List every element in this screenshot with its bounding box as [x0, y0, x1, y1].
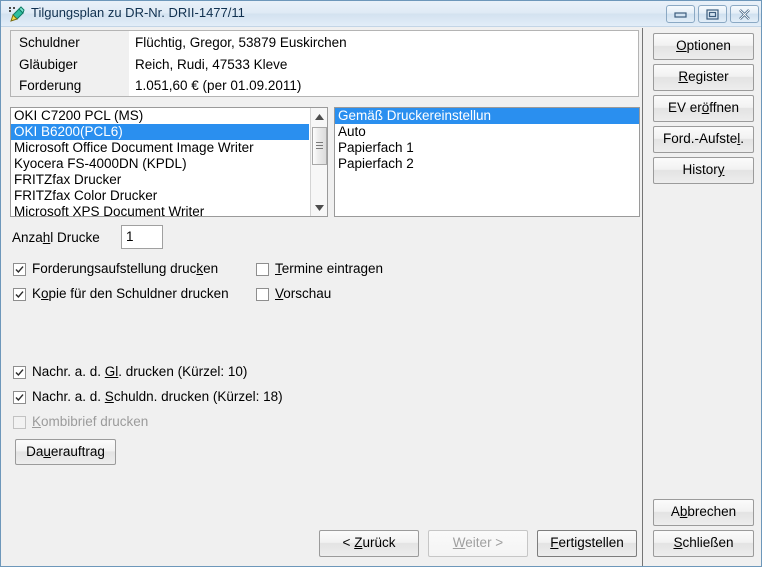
vertical-divider: [642, 28, 643, 566]
ev-eroeffnen-label: EV eröffnen: [667, 100, 740, 115]
ford-aufstellung-button[interactable]: Ford.-Aufstel.: [653, 126, 754, 153]
checkbox-box: [13, 288, 26, 301]
checkmark-icon: [15, 266, 24, 274]
optionen-label: Optionen: [676, 38, 731, 53]
checkbox-box: [13, 263, 26, 276]
fertigstellen-label: Fertigstellen: [550, 535, 624, 550]
dauerauftrag-label: Dauerauftrag: [26, 444, 105, 459]
copies-input[interactable]: 1: [121, 225, 163, 249]
optionen-button[interactable]: Optionen: [653, 33, 754, 60]
checkmark-icon: [15, 291, 24, 299]
history-button[interactable]: History: [653, 157, 754, 184]
list-item[interactable]: Kyocera FS-4000DN (KPDL): [11, 156, 309, 172]
checkbox-label: Nachr. a. d. Gl. drucken (Kürzel: 10): [32, 364, 248, 379]
window-title: Tilgungsplan zu DR-Nr. DRII-1477/11: [31, 5, 245, 20]
title-bar[interactable]: Tilgungsplan zu DR-Nr. DRII-1477/11: [1, 1, 761, 27]
glaeubiger-value: Reich, Rudi, 47533 Kleve: [135, 57, 288, 72]
weiter-label: Weiter >: [452, 535, 504, 550]
maximize-icon: [706, 9, 719, 20]
scrollbar-grip-icon: [316, 142, 323, 149]
schuldner-value: Flüchtig, Gregor, 53879 Euskirchen: [135, 35, 347, 50]
forderung-label: Forderung: [19, 78, 82, 93]
checkbox-box: [256, 263, 269, 276]
scroll-up-arrow-icon[interactable]: [311, 108, 327, 125]
schliessen-label: Schließen: [673, 535, 734, 550]
checkmark-icon: [15, 394, 24, 402]
schuldner-label: Schuldner: [19, 35, 80, 50]
zurueck-label: < Zurück: [342, 535, 396, 550]
close-icon: [739, 9, 750, 20]
schliessen-button[interactable]: Schließen: [653, 530, 754, 557]
dialog-window: Tilgungsplan zu DR-Nr. DRII-1477/11 Schu…: [0, 0, 762, 567]
checkbox-box: [256, 288, 269, 301]
checkbox-box: [13, 391, 26, 404]
list-item[interactable]: OKI C7200 PCL (MS): [11, 108, 309, 124]
checkbox-label: Vorschau: [275, 286, 332, 301]
list-item[interactable]: Papierfach 1: [335, 140, 639, 156]
list-item[interactable]: Papierfach 2: [335, 156, 639, 172]
history-label: History: [682, 162, 725, 177]
minimize-icon: [674, 12, 687, 18]
paper-tray-list-items[interactable]: Gemäß Druckereinstellun Auto Papierfach 1P…: [335, 108, 639, 216]
case-info-row-glaeubiger: Gläubiger Reich, Rudi, 47533 Kleve: [11, 55, 638, 77]
list-item[interactable]: Microsoft XPS Document Writer: [11, 204, 309, 216]
checkbox-label: Kombibrief drucken: [32, 414, 149, 429]
scroll-down-arrow-icon[interactable]: [311, 199, 327, 216]
zurueck-button[interactable]: < Zurück: [319, 530, 419, 557]
checkbox-label: Kopie für den Schuldner drucken: [32, 286, 229, 301]
fertigstellen-button[interactable]: Fertigstellen: [537, 530, 637, 557]
glaeubiger-label: Gläubiger: [19, 57, 78, 72]
case-info-row-schuldner: Schuldner Flüchtig, Gregor, 53879 Euskir…: [11, 33, 638, 55]
checkbox-label: Forderungsaufstellung drucken: [32, 261, 219, 276]
printer-listbox[interactable]: OKI C7200 PCL (MS) OKI B6200(PCL6) Microso…: [10, 107, 328, 217]
case-info-panel: Schuldner Flüchtig, Gregor, 53879 Euskir…: [10, 30, 639, 97]
weiter-button: Weiter >: [428, 530, 528, 557]
list-item[interactable]: FRITZfax Color Drucker: [11, 188, 309, 204]
minimize-button[interactable]: [666, 5, 695, 23]
case-info-row-forderung: Forderung 1.051,60 € (per 01.09.2011): [11, 76, 638, 96]
list-item[interactable]: Gemäß Druckereinstellun: [335, 108, 639, 124]
maximize-button[interactable]: [698, 5, 727, 23]
list-item[interactable]: Auto: [335, 124, 639, 140]
close-button[interactable]: [730, 5, 759, 23]
register-label: Register: [678, 69, 729, 84]
ev-eroeffnen-button[interactable]: EV eröffnen: [653, 95, 754, 122]
checkmark-icon: [15, 369, 24, 377]
scrollbar-thumb[interactable]: [312, 127, 327, 165]
list-item[interactable]: OKI B6200(PCL6): [11, 124, 309, 140]
checkbox-box: [13, 366, 26, 379]
copies-label: Anzahl Drucke: [12, 230, 100, 245]
register-button[interactable]: Register: [653, 64, 754, 91]
ford-aufstellung-label: Ford.-Aufstel.: [662, 131, 745, 146]
checkbox-label: Nachr. a. d. Schuldn. drucken (Kürzel: 1…: [32, 389, 283, 404]
printer-list-items[interactable]: OKI C7200 PCL (MS) OKI B6200(PCL6) Microso…: [11, 108, 309, 216]
copies-value: 1: [126, 229, 134, 244]
checkbox-box: [13, 416, 26, 429]
checkbox-label: Termine eintragen: [275, 261, 384, 276]
abbrechen-label: Abbrechen: [670, 504, 737, 519]
printer-list-scrollbar[interactable]: [310, 108, 327, 216]
abbrechen-button[interactable]: Abbrechen: [653, 499, 754, 526]
forderung-value: 1.051,60 € (per 01.09.2011): [135, 78, 302, 93]
pen-tool-icon: [8, 6, 26, 23]
list-item[interactable]: Microsoft Office Document Image Writer: [11, 140, 309, 156]
list-item[interactable]: FRITZfax Drucker: [11, 172, 309, 188]
paper-tray-listbox[interactable]: Gemäß Druckereinstellun Auto Papierfach 1P…: [334, 107, 640, 217]
dauerauftrag-button[interactable]: Dauerauftrag: [15, 439, 116, 465]
